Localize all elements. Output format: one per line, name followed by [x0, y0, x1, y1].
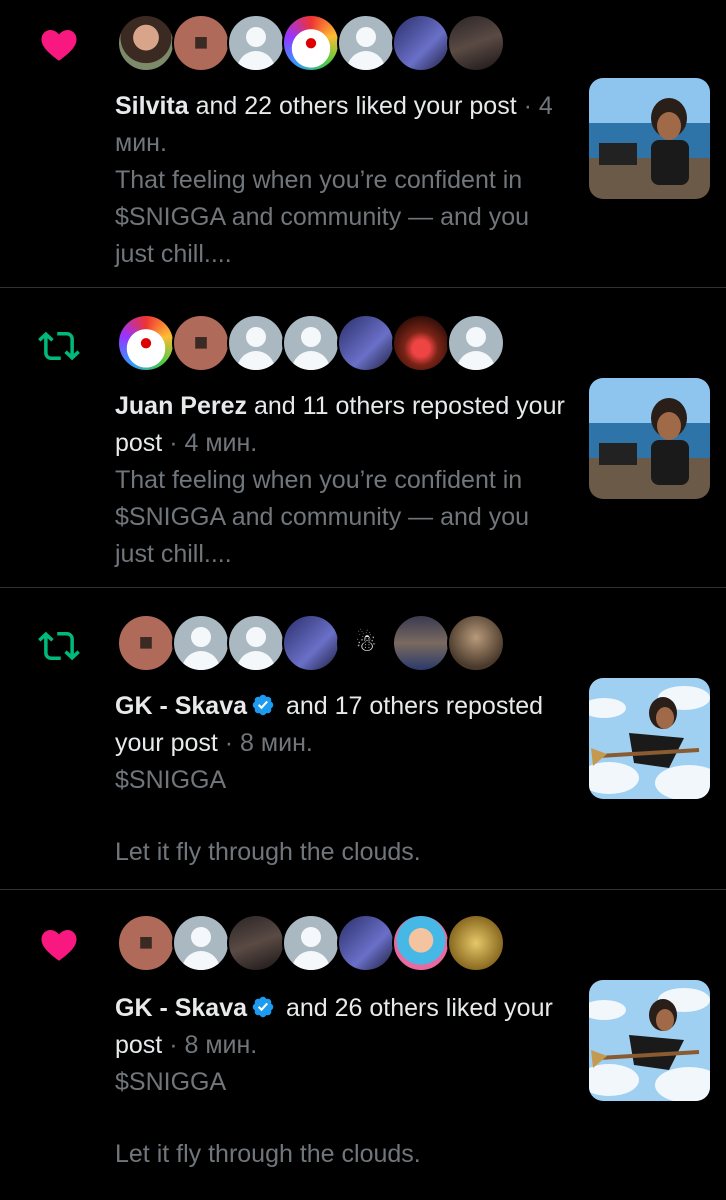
post-thumbnail[interactable]: [589, 980, 710, 1101]
user-name[interactable]: Juan Perez: [115, 392, 247, 420]
repost-icon: [38, 331, 80, 361]
avatar[interactable]: ●: [117, 314, 175, 372]
avatar[interactable]: [172, 914, 230, 972]
avatar-row: ● ■: [117, 314, 505, 374]
avatar[interactable]: [227, 314, 285, 372]
avatar[interactable]: ■: [117, 914, 175, 972]
notification-item[interactable]: ■ ☃ GK - Skava and 17 others reposted yo…: [0, 588, 726, 890]
avatar[interactable]: [337, 14, 395, 72]
post-thumbnail[interactable]: [589, 678, 710, 799]
post-snippet: That feeling when you’re confident in $S…: [115, 466, 530, 568]
post-snippet-line2: Let it fly through the clouds.: [115, 838, 421, 866]
avatar[interactable]: [227, 914, 285, 972]
avatar[interactable]: [447, 14, 505, 72]
avatar[interactable]: [392, 914, 450, 972]
notification-item[interactable]: ■ GK - Skava and 26 others liked your po…: [0, 890, 726, 1200]
avatar-row: ■ ●: [117, 14, 505, 74]
avatar[interactable]: ☃: [337, 614, 395, 672]
avatar[interactable]: ■: [117, 614, 175, 672]
avatar[interactable]: [227, 14, 285, 72]
avatar[interactable]: ■: [172, 314, 230, 372]
timestamp: · 4 мин.: [162, 429, 258, 457]
notification-item[interactable]: ● ■ Juan Perez and 11 others reposted yo…: [0, 288, 726, 588]
heart-icon: [41, 930, 77, 961]
avatar[interactable]: [447, 314, 505, 372]
user-name[interactable]: Silvita: [115, 92, 189, 120]
avatar[interactable]: [172, 614, 230, 672]
avatar[interactable]: [392, 14, 450, 72]
avatar[interactable]: [117, 14, 175, 72]
avatar[interactable]: [337, 314, 395, 372]
heart-icon: [41, 30, 77, 61]
user-name[interactable]: GK - Skava: [115, 994, 247, 1022]
avatar-row: ■ ☃: [117, 614, 505, 674]
avatar[interactable]: ●: [282, 14, 340, 72]
avatar[interactable]: [227, 614, 285, 672]
repost-icon: [38, 631, 80, 661]
timestamp: · 8 мин.: [217, 729, 313, 757]
verified-badge-icon: [252, 996, 274, 1018]
avatar[interactable]: [282, 614, 340, 672]
avatar[interactable]: [282, 914, 340, 972]
timestamp: · 8 мин.: [162, 1031, 258, 1059]
avatar-row: ■: [117, 914, 505, 974]
avatar[interactable]: [447, 914, 505, 972]
user-name[interactable]: GK - Skava: [115, 692, 247, 720]
post-snippet-line1: $SNIGGA: [115, 1068, 227, 1096]
post-snippet-line2: Let it fly through the clouds.: [115, 1140, 421, 1168]
post-snippet: That feeling when you’re confident in $S…: [115, 166, 530, 268]
avatar[interactable]: [337, 914, 395, 972]
notification-item[interactable]: ■ ● Silvita and 22 others liked your pos…: [0, 0, 726, 288]
post-thumbnail[interactable]: [589, 378, 710, 499]
avatar[interactable]: [282, 314, 340, 372]
post-snippet-line1: $SNIGGA: [115, 766, 227, 794]
verified-badge-icon: [252, 694, 274, 716]
avatar[interactable]: [392, 614, 450, 672]
avatar[interactable]: [392, 314, 450, 372]
avatar[interactable]: [447, 614, 505, 672]
avatar[interactable]: ■: [172, 14, 230, 72]
action-text: and 22 others liked your post: [188, 92, 517, 120]
post-thumbnail[interactable]: [589, 78, 710, 199]
